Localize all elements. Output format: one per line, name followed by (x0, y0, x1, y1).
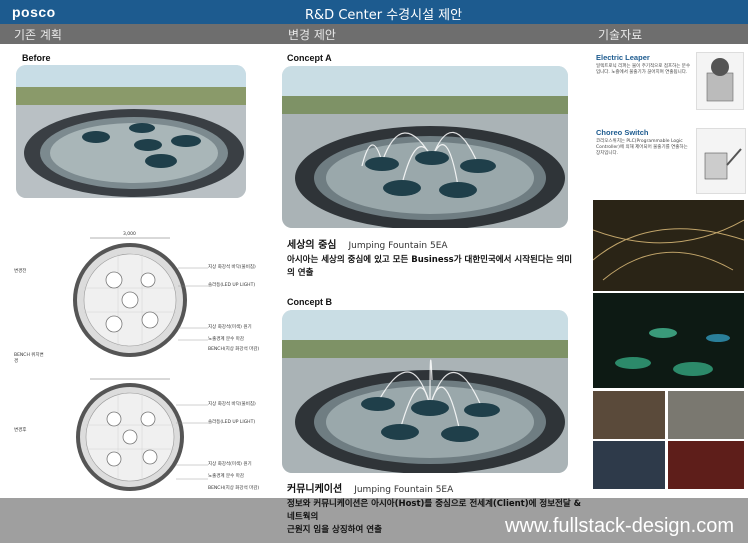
fountain-photo-2 (593, 293, 744, 388)
concept-a-label: Concept A (287, 53, 332, 63)
plan2-right-4: BENCH(지상 화강석 마감) (208, 486, 260, 491)
choreo-switch-text: 코리오스위치는 PLC(Programmable Logic Controlle… (596, 139, 688, 156)
plan2-right-1: 솔라등(LED UP LIGHT) (208, 420, 256, 425)
before-render (16, 65, 246, 198)
electric-leaper-title: Electric Leaper (596, 53, 650, 62)
concept-a-desc: 아시아는 세상의 중심에 있고 모든 Business가 대한민국에서 시작된다… (287, 255, 573, 278)
plan2-right-3: 노출경계 분수 마감 (208, 474, 244, 479)
concept-b-caption-sub: Jumping Fountain 5EA (354, 485, 454, 495)
fountain-photo-5 (593, 441, 665, 489)
section-existing: 기존 계획 (14, 28, 62, 42)
plan-before: 3,000 변경전 BENCH 위치변경 지상 화강석 바닥(물비침) 솔라등(… (10, 228, 270, 368)
choreo-switch-image (696, 128, 746, 194)
concept-a-caption: 세상의 중심 Jumping Fountain 5EA (287, 236, 448, 251)
concept-a-render (282, 66, 568, 228)
concept-a-caption-title: 세상의 중심 (287, 240, 337, 251)
plan2-right-0: 지상 화강석 바닥(물비침) (208, 402, 256, 407)
plan1-right-2: 지상 화강석(미색) 원기 (208, 325, 252, 330)
concept-b-caption-title: 커뮤니케이션 (287, 484, 343, 495)
concept-b-caption: 커뮤니케이션 Jumping Fountain 5EA (287, 480, 453, 495)
plan1-right-1: 솔라등(LED UP LIGHT) (208, 283, 256, 288)
plan1-scale: 3,000 (123, 232, 136, 237)
plan1-left-1: BENCH 위치변경 (14, 353, 44, 364)
electric-leaper-image (696, 52, 744, 110)
concept-a-caption-sub: Jumping Fountain 5EA (348, 241, 448, 251)
plan1-right-3: 노출경계 분수 마감 (208, 337, 244, 342)
section-change: 변경 제안 (288, 28, 336, 42)
plan1-left-0: 변경전 (14, 269, 27, 274)
electric-leaper-text: 일렉트로닉 리퍼는 물이 주기적으로 점프하는 분수입니다. 노즐에서 물줄기가… (596, 64, 691, 75)
page-title: R&D Center 수경시설 제안 (305, 8, 463, 23)
before-label: Before (22, 53, 51, 63)
section-tech: 기술자료 (598, 28, 643, 42)
fountain-photo-1 (593, 200, 744, 291)
fountain-photo-3 (593, 391, 665, 439)
posco-logo: posco (12, 4, 56, 20)
plan1-right-4: BENCH(지상 화강석 마감) (208, 347, 260, 352)
concept-b-label: Concept B (287, 297, 332, 307)
choreo-switch-title: Choreo Switch (596, 128, 649, 137)
plan-after: 변경후 지상 화강석 바닥(물비침) 솔라등(LED UP LIGHT) 지상 … (10, 375, 270, 500)
plan1-right-0: 지상 화강석 바닥(물비침) (208, 265, 256, 270)
concept-b-render (282, 310, 568, 473)
fountain-photo-6 (668, 441, 744, 489)
fountain-photo-4 (668, 391, 744, 439)
watermark-text: www.fullstack-design.com (505, 515, 734, 537)
plan2-right-2: 지상 화강석(미색) 원기 (208, 462, 252, 467)
plan2-left-0: 변경후 (14, 428, 27, 433)
